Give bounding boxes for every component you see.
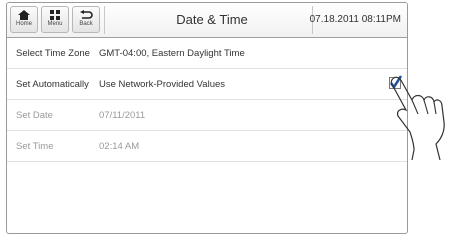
setting-label: Set Automatically bbox=[16, 79, 89, 90]
setting-label: Set Time bbox=[16, 141, 54, 152]
page-title: Date & Time bbox=[176, 12, 248, 27]
menu-label: Menu bbox=[47, 21, 63, 27]
device-screen: Home Menu Back Date & Time 07.18.2011 08… bbox=[6, 2, 408, 234]
setting-row-set-time: Set Time 02:14 AM bbox=[7, 131, 407, 162]
header-divider bbox=[104, 6, 105, 34]
setting-value: GMT-04:00, Eastern Daylight Time bbox=[99, 48, 245, 59]
home-label: Home bbox=[15, 21, 32, 27]
menu-grid-icon bbox=[50, 10, 60, 20]
setting-value: Use Network-Provided Values bbox=[99, 79, 226, 90]
back-button[interactable]: Back bbox=[72, 6, 100, 33]
back-arrow-icon bbox=[79, 10, 93, 19]
setting-label: Select Time Zone bbox=[16, 48, 90, 59]
setting-value: 07/11/2011 bbox=[99, 110, 146, 121]
setting-row-set-date: Set Date 07/11/2011 bbox=[7, 100, 407, 131]
menu-button[interactable]: Menu bbox=[41, 6, 69, 33]
setting-value: 02:14 AM bbox=[99, 141, 140, 152]
home-button[interactable]: Home bbox=[10, 6, 38, 33]
home-icon bbox=[18, 10, 30, 20]
pointing-hand-icon bbox=[390, 76, 445, 161]
setting-label: Set Date bbox=[16, 110, 53, 121]
top-bar: Home Menu Back Date & Time 07.18.2011 08… bbox=[7, 3, 407, 38]
back-label: Back bbox=[79, 21, 93, 27]
setting-row-time-zone[interactable]: Select Time Zone GMT-04:00, Eastern Dayl… bbox=[7, 38, 407, 69]
current-datetime: 07.18.2011 08:11PM bbox=[309, 14, 401, 25]
setting-row-set-automatically[interactable]: Set Automatically Use Network-Provided V… bbox=[7, 69, 407, 100]
